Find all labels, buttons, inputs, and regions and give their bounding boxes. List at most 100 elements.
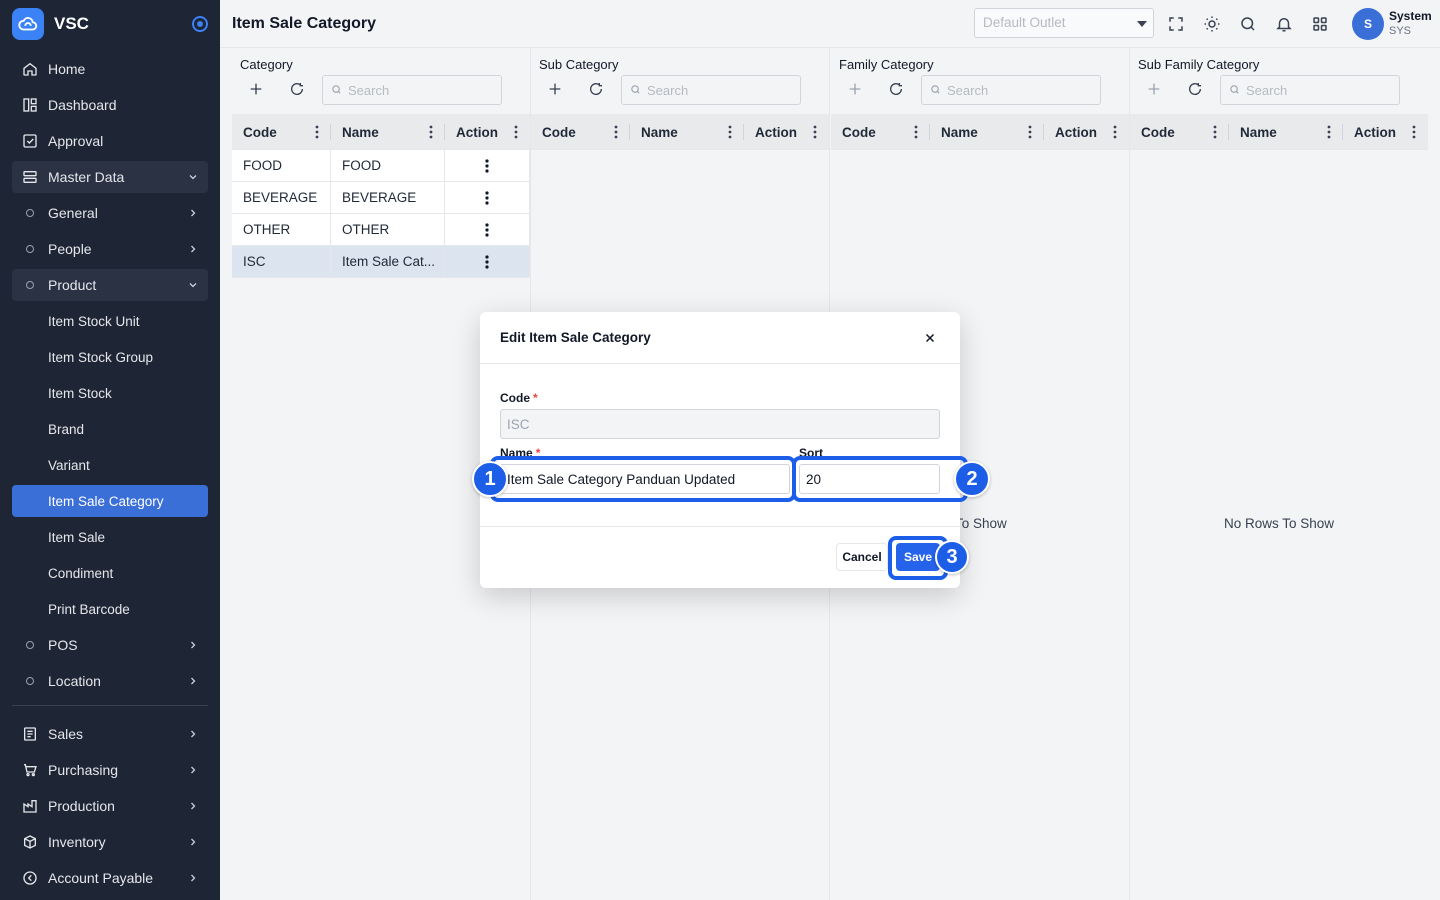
table-row[interactable]: FOOD FOOD	[232, 150, 530, 182]
column-menu-icon[interactable]	[1113, 124, 1117, 140]
column-menu-icon[interactable]	[315, 124, 319, 140]
column-header-code[interactable]: Code	[831, 114, 930, 150]
table-row[interactable]: OTHER OTHER	[232, 214, 530, 246]
category-search[interactable]	[322, 75, 502, 105]
search-icon	[630, 82, 641, 98]
search-input[interactable]	[1246, 82, 1386, 98]
sidebar-item-account-payable[interactable]: Account Payable	[12, 862, 208, 894]
column-menu-icon[interactable]	[1412, 124, 1416, 140]
add-icon[interactable]	[246, 79, 266, 99]
sidebar-item-location[interactable]: Location	[12, 665, 208, 697]
refresh-icon[interactable]	[586, 79, 606, 99]
search-input[interactable]	[647, 82, 787, 98]
sidebar-item-variant[interactable]: Variant	[12, 449, 208, 481]
column-header-name[interactable]: Name	[1229, 114, 1343, 150]
sidebar-item-label: People	[48, 241, 92, 257]
add-icon[interactable]	[1144, 79, 1164, 99]
column-menu-icon[interactable]	[813, 124, 817, 140]
sidebar-item-condiment[interactable]: Condiment	[12, 557, 208, 589]
sidebar-item-label: Variant	[48, 457, 90, 473]
family-category-search[interactable]	[921, 75, 1101, 105]
refresh-icon[interactable]	[1185, 79, 1205, 99]
column-menu-icon[interactable]	[914, 124, 918, 140]
fullscreen-icon[interactable]	[1165, 13, 1187, 35]
row-action-menu[interactable]	[445, 182, 530, 213]
sidebar-item-production[interactable]: Production	[12, 790, 208, 822]
column-header-code[interactable]: Code	[1130, 114, 1229, 150]
column-header-code[interactable]: Code	[531, 114, 630, 150]
column-menu-icon[interactable]	[1213, 124, 1217, 140]
kebab-menu-icon[interactable]	[485, 254, 489, 269]
sidebar-item-approval[interactable]: Approval	[12, 125, 208, 157]
sidebar-item-item-stock[interactable]: Item Stock	[12, 377, 208, 409]
cancel-button[interactable]: Cancel	[836, 543, 888, 571]
sidebar-item-sales[interactable]: Sales	[12, 718, 208, 750]
row-action-menu[interactable]	[445, 246, 530, 277]
payable-icon	[20, 868, 40, 888]
sidebar-item-general[interactable]: General	[12, 197, 208, 229]
bell-icon[interactable]	[1273, 13, 1295, 35]
add-icon[interactable]	[545, 79, 565, 99]
close-icon[interactable]	[920, 328, 940, 348]
cell-name: BEVERAGE	[331, 182, 445, 213]
step-badge-2: 2	[954, 461, 990, 497]
column-menu-icon[interactable]	[429, 124, 433, 140]
sidebar-item-item-sale-category[interactable]: Item Sale Category	[12, 485, 208, 517]
column-menu-icon[interactable]	[1028, 124, 1032, 140]
sun-icon[interactable]	[1201, 13, 1223, 35]
column-menu-icon[interactable]	[514, 124, 518, 140]
sidebar-item-dashboard[interactable]: Dashboard	[12, 89, 208, 121]
sidebar-divider	[12, 705, 208, 706]
column-header-action[interactable]: Action	[1343, 114, 1428, 150]
sidebar-item-print-barcode[interactable]: Print Barcode	[12, 593, 208, 625]
search-icon	[331, 82, 342, 98]
outlet-select[interactable]: Default Outlet	[974, 8, 1154, 38]
sidebar-item-people[interactable]: People	[12, 233, 208, 265]
row-action-menu[interactable]	[445, 150, 530, 181]
column-header-name[interactable]: Name	[331, 114, 445, 150]
kebab-menu-icon[interactable]	[485, 158, 489, 173]
sidebar-item-item-stock-unit[interactable]: Item Stock Unit	[12, 305, 208, 337]
sidebar-item-master-data[interactable]: Master Data	[12, 161, 208, 193]
sidebar-item-item-sale[interactable]: Item Sale	[12, 521, 208, 553]
refresh-icon[interactable]	[886, 79, 906, 99]
sidebar-toggle-icon[interactable]	[192, 16, 208, 32]
sidebar-item-purchasing[interactable]: Purchasing	[12, 754, 208, 786]
search-icon	[1229, 82, 1240, 98]
code-field[interactable]	[500, 409, 940, 439]
column-header-code[interactable]: Code	[232, 114, 331, 150]
search-input[interactable]	[947, 82, 1087, 98]
table-row[interactable]: BEVERAGE BEVERAGE	[232, 182, 530, 214]
sidebar-item-item-stock-group[interactable]: Item Stock Group	[12, 341, 208, 373]
sidebar-item-brand[interactable]: Brand	[12, 413, 208, 445]
sidebar-item-label: Item Sale	[48, 529, 106, 545]
sub-family-category-search[interactable]	[1220, 75, 1400, 105]
sidebar-item-pos[interactable]: POS	[12, 629, 208, 661]
search-icon[interactable]	[1237, 13, 1259, 35]
sidebar-item-product[interactable]: Product	[12, 269, 208, 301]
column-menu-icon[interactable]	[728, 124, 732, 140]
user-menu[interactable]: S System SYS	[1352, 7, 1440, 41]
row-action-menu[interactable]	[445, 214, 530, 245]
sidebar-item-label: Item Stock Group	[48, 349, 154, 365]
column-header-name[interactable]: Name	[930, 114, 1044, 150]
grid-header: Code Name Action	[232, 114, 530, 150]
search-input[interactable]	[348, 82, 488, 98]
column-header-action[interactable]: Action	[744, 114, 829, 150]
table-row-selected[interactable]: ISC Item Sale Cat...	[232, 246, 530, 278]
column-menu-icon[interactable]	[1327, 124, 1331, 140]
add-icon[interactable]	[845, 79, 865, 99]
refresh-icon[interactable]	[287, 79, 307, 99]
sidebar-item-label: Dashboard	[48, 97, 117, 113]
apps-grid-icon[interactable]	[1309, 13, 1331, 35]
sidebar-item-inventory[interactable]: Inventory	[12, 826, 208, 858]
kebab-menu-icon[interactable]	[485, 222, 489, 237]
sidebar-item-home[interactable]: Home	[12, 53, 208, 85]
dialog-footer-divider	[480, 526, 960, 527]
sub-category-search[interactable]	[621, 75, 801, 105]
column-header-name[interactable]: Name	[630, 114, 744, 150]
column-header-action[interactable]: Action	[445, 114, 530, 150]
kebab-menu-icon[interactable]	[485, 190, 489, 205]
column-header-action[interactable]: Action	[1044, 114, 1129, 150]
column-menu-icon[interactable]	[614, 124, 618, 140]
